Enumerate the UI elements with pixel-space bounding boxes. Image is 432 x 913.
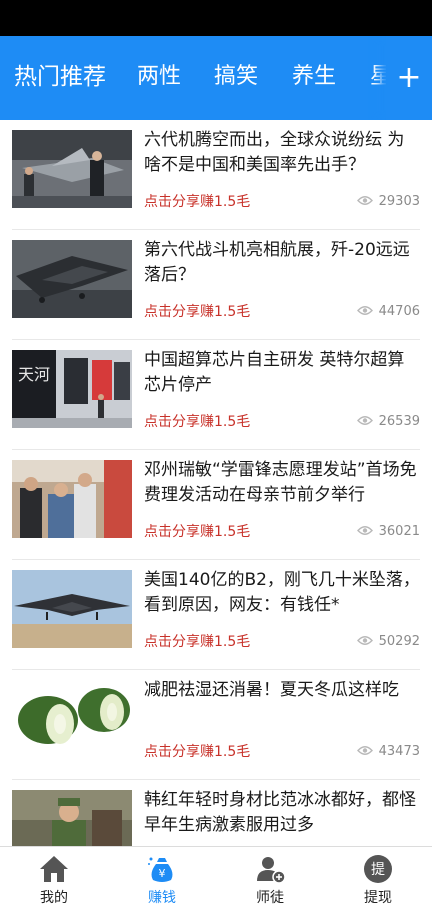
article-title[interactable]: 邓州瑞敏“学雷锋志愿理发站”首场免费理发活动在母亲节前夕举行 [144,458,420,508]
eye-icon [356,306,373,315]
eye-icon [356,526,373,535]
thumbnail-caption: 天河 [18,365,50,384]
nav-withdraw[interactable]: 提 提现 [324,847,432,913]
view-count: 43473 [356,742,420,762]
article-thumbnail [12,240,132,318]
article-item[interactable]: 天河 中国超算芯片自主研发 英特尔超算芯片停产 点击分享赚1.5毛 26539 [0,340,432,450]
tab-hot-recommend[interactable]: 热门推荐 [14,62,106,92]
share-earn-link[interactable]: 点击分享赚1.5毛 [144,302,250,322]
nav-label: 我的 [40,890,68,906]
view-count: 50292 [356,632,420,652]
article-thumbnail [12,570,132,648]
article-item[interactable]: 美国140亿的B2，刚飞几十米坠落，看到原因，网友：有钱任* 点击分享赚1.5毛… [0,560,432,670]
article-item[interactable]: 邓州瑞敏“学雷锋志愿理发站”首场免费理发活动在母亲节前夕举行 点击分享赚1.5毛… [0,450,432,560]
tab-gender[interactable]: 两性 [137,62,181,92]
article-title[interactable]: 中国超算芯片自主研发 英特尔超算芯片停产 [144,348,420,398]
article-title[interactable]: 第六代战斗机亮相航展，歼-20远远落后？ [144,238,420,288]
nav-label: 赚钱 [148,890,176,906]
article-thumbnail: 天河 [12,350,132,428]
article-item[interactable]: 减肥祛湿还消暑！夏天冬瓜这样吃 点击分享赚1.5毛 43473 [0,670,432,780]
add-person-icon [257,857,286,884]
article-title[interactable]: 韩红年轻时身材比范冰冰都好，都怪早年生病激素服用过多 [144,788,420,838]
article-item[interactable]: 六代机腾空而出，全球众说纷纭 为啥不是中国和美国率先出手？ 点击分享赚1.5毛 … [0,120,432,230]
article-thumbnail [12,790,132,846]
nav-mine[interactable]: 我的 [0,847,108,913]
share-earn-link[interactable]: 点击分享赚1.5毛 [144,522,250,542]
share-earn-link[interactable]: 点击分享赚1.5毛 [144,192,250,212]
svg-text:¥: ¥ [159,867,166,880]
article-thumbnail [12,130,132,208]
eye-icon [356,196,373,205]
article-feed: 六代机腾空而出，全球众说纷纭 为啥不是中国和美国率先出手？ 点击分享赚1.5毛 … [0,120,432,846]
withdraw-icon: 提 [364,855,392,883]
add-tab-button[interactable]: + [386,36,432,120]
tab-funny[interactable]: 搞笑 [214,62,258,92]
eye-icon [356,636,373,645]
article-thumbnail [12,460,132,538]
view-count: 44706 [356,302,420,322]
article-title[interactable]: 六代机腾空而出，全球众说纷纭 为啥不是中国和美国率先出手？ [144,128,420,178]
share-earn-link[interactable]: 点击分享赚1.5毛 [144,742,250,762]
status-bar [0,0,432,36]
home-icon [40,856,68,882]
article-title[interactable]: 减肥祛湿还消暑！夏天冬瓜这样吃 [144,678,420,703]
article-item[interactable]: 韩红年轻时身材比范冰冰都好，都怪早年生病激素服用过多 [0,780,432,846]
article-item[interactable]: 第六代战斗机亮相航展，歼-20远远落后？ 点击分享赚1.5毛 44706 [0,230,432,340]
category-tab-bar: 热门推荐 两性 搞笑 养生 星 + [0,36,432,120]
article-title[interactable]: 美国140亿的B2，刚飞几十米坠落，看到原因，网友：有钱任* [144,568,420,618]
eye-icon [356,416,373,425]
nav-mentor[interactable]: 师徒 [216,847,324,913]
nav-label: 师徒 [256,890,284,906]
money-bag-icon: ¥ [148,857,173,882]
nav-label: 提现 [364,890,392,906]
tab-health[interactable]: 养生 [292,62,336,92]
view-count: 26539 [356,412,420,432]
view-count: 36021 [356,522,420,542]
share-earn-link[interactable]: 点击分享赚1.5毛 [144,412,250,432]
article-thumbnail [12,680,132,758]
eye-icon [356,746,373,755]
bottom-navigation: 我的 ¥ 赚钱 师徒 提 提现 [0,846,432,913]
svg-text:提: 提 [371,862,385,878]
nav-earn[interactable]: ¥ 赚钱 [108,847,216,913]
share-earn-link[interactable]: 点击分享赚1.5毛 [144,632,250,652]
view-count: 29303 [356,192,420,212]
